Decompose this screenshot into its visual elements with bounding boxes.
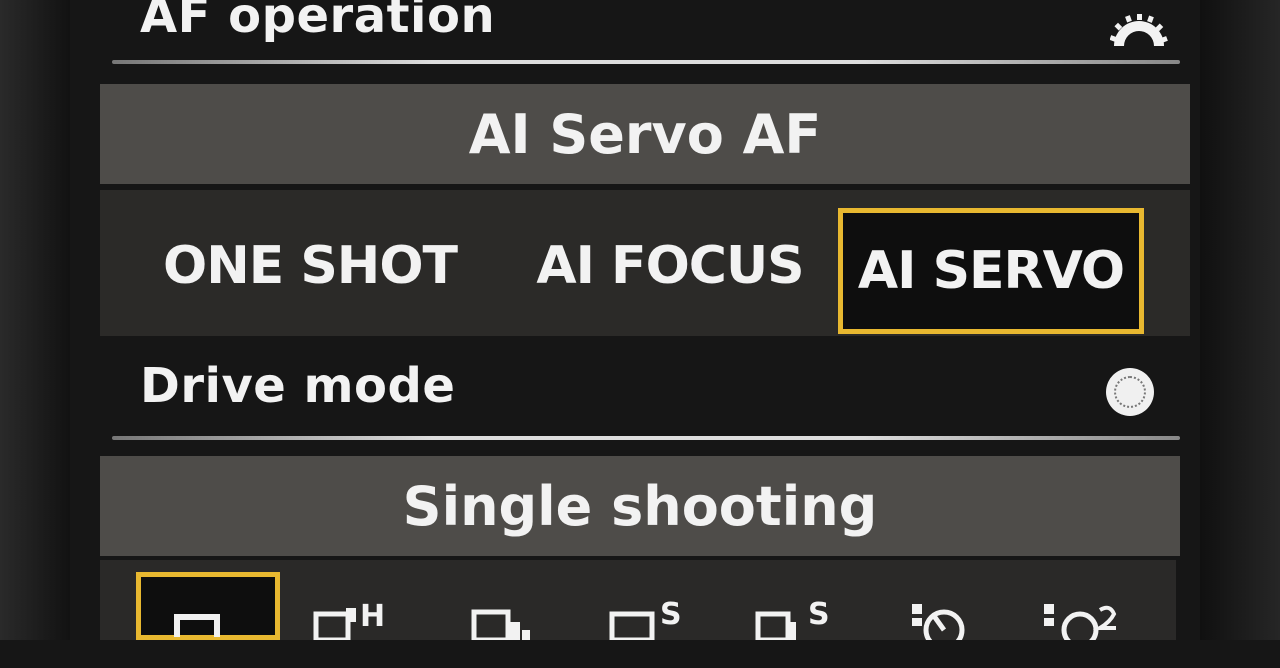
silent-single-letter: S bbox=[660, 600, 682, 632]
drive-mode-title: Drive mode bbox=[140, 358, 456, 414]
self-timer-10s-icon[interactable] bbox=[904, 600, 974, 668]
low-speed-continuous-icon[interactable] bbox=[468, 600, 548, 668]
af-option-one-shot[interactable]: ONE SHOT bbox=[160, 226, 460, 306]
single-shooting-icon[interactable] bbox=[136, 572, 280, 640]
af-option-ai-focus[interactable]: AI FOCUS bbox=[520, 226, 820, 306]
drive-current-value: Single shooting bbox=[100, 456, 1180, 556]
af-option-ai-servo[interactable]: AI SERVO bbox=[838, 208, 1144, 334]
drive-divider bbox=[112, 436, 1180, 440]
high-speed-continuous-icon[interactable]: H bbox=[308, 600, 408, 668]
screen-bezel-left bbox=[0, 0, 70, 640]
screen-bezel-right bbox=[1200, 0, 1280, 640]
self-timer-2s-icon[interactable] bbox=[1040, 600, 1120, 668]
af-current-value: AI Servo AF bbox=[100, 84, 1190, 184]
silent-continuous-icon[interactable]: S bbox=[752, 600, 844, 668]
silent-continuous-letter: S bbox=[808, 600, 830, 632]
af-divider bbox=[112, 60, 1180, 64]
silent-single-shooting-icon[interactable]: S bbox=[604, 600, 700, 668]
quick-control-dial-icon bbox=[1106, 368, 1154, 416]
af-options-row: ONE SHOT AI FOCUS AI SERVO bbox=[100, 190, 1190, 336]
high-speed-letter: H bbox=[360, 600, 385, 634]
af-operation-title: AF operation bbox=[140, 0, 496, 44]
main-dial-icon bbox=[1110, 14, 1168, 46]
